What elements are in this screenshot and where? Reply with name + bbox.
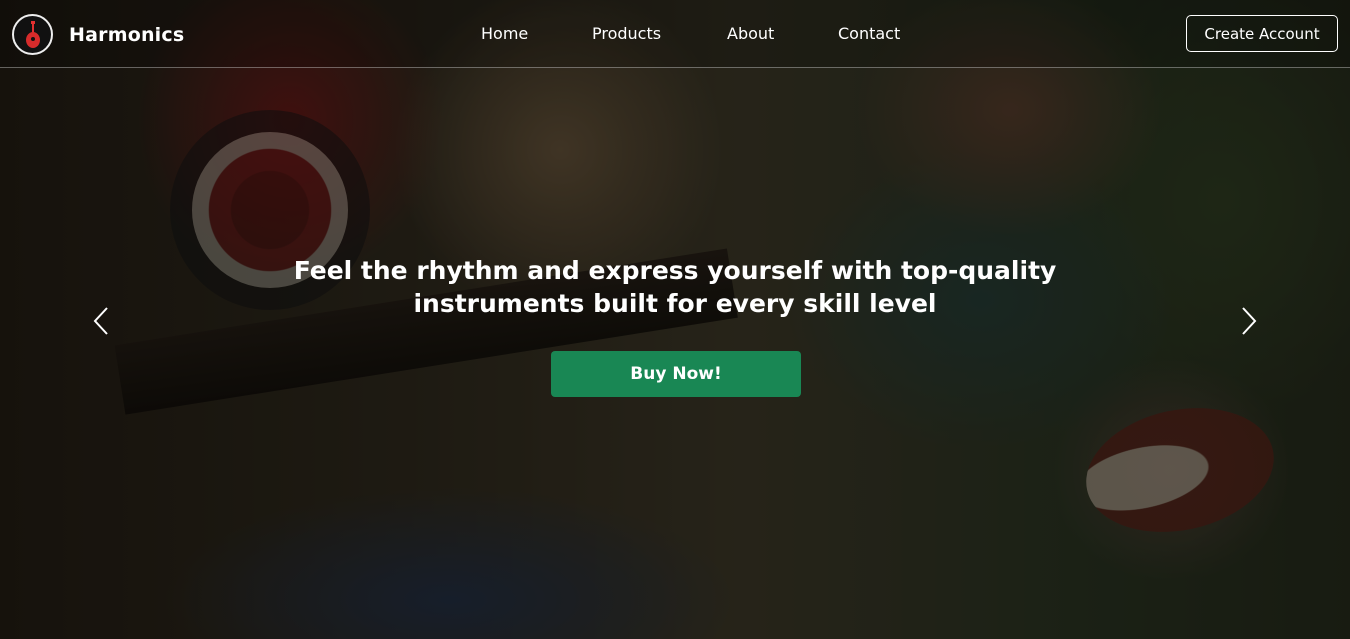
nav-contact-link[interactable]: Contact bbox=[838, 24, 900, 43]
chevron-left-icon bbox=[93, 307, 108, 335]
brand[interactable]: Harmonics bbox=[12, 14, 184, 55]
hero-headline-line-1: Feel the rhythm and express yourself wit… bbox=[293, 256, 1057, 285]
hero-headline: Feel the rhythm and express yourself wit… bbox=[200, 254, 1150, 320]
buy-now-button[interactable]: Buy Now! bbox=[551, 351, 801, 397]
nav-home-link[interactable]: Home bbox=[481, 24, 528, 43]
carousel-prev-button[interactable] bbox=[86, 303, 116, 339]
chevron-right-icon bbox=[1242, 307, 1257, 335]
guitar-icon bbox=[12, 14, 53, 55]
carousel-next-button[interactable] bbox=[1234, 303, 1264, 339]
top-navbar: Harmonics Home Products About Contact Cr… bbox=[0, 0, 1350, 68]
hero-headline-line-2: instruments built for every skill level bbox=[413, 289, 937, 318]
hero-carousel: Harmonics Home Products About Contact Cr… bbox=[0, 0, 1350, 639]
background-photo-drum bbox=[1074, 391, 1286, 549]
brand-name: Harmonics bbox=[69, 23, 185, 46]
nav-about-link[interactable]: About bbox=[727, 24, 774, 43]
nav-products-link[interactable]: Products bbox=[592, 24, 661, 43]
create-account-button[interactable]: Create Account bbox=[1186, 15, 1338, 52]
